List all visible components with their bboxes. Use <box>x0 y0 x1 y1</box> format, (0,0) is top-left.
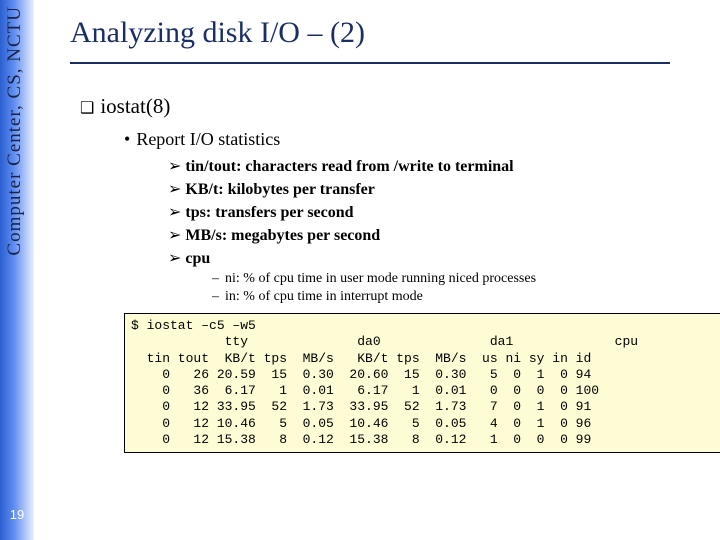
bullet-l3-b: ➢KB/t: kilobytes per transfer <box>168 179 710 199</box>
triangle-bullet-icon: ➢ <box>168 158 181 175</box>
square-bullet-icon: ❑ <box>80 100 94 117</box>
l3e-text: cpu <box>185 250 210 267</box>
bullet-l3-c: ➢tps: transfers per second <box>168 202 710 222</box>
code-h1: tty da0 da1 cpu <box>131 334 638 349</box>
dot-bullet-icon: • <box>124 129 130 149</box>
slide-title: Analyzing disk I/O – (2) <box>70 16 710 50</box>
code-row: 0 26 20.59 15 0.30 20.60 15 0.30 5 0 1 0… <box>131 367 591 382</box>
bullet-l3-d: ➢MB/s: megabytes per second <box>168 225 710 245</box>
code-h2: tin tout KB/t tps MB/s KB/t tps MB/s us … <box>131 351 591 366</box>
bullet-l3-e: ➢cpu <box>168 248 710 268</box>
title-underline <box>70 62 670 64</box>
triangle-bullet-icon: ➢ <box>168 181 181 198</box>
l1-text: iostat(8) <box>100 94 170 118</box>
l3c-text: tps: transfers per second <box>185 204 353 221</box>
iostat-output: $ iostat –c5 –w5 tty da0 da1 cpu tin tou… <box>124 313 720 453</box>
bullet-l3-a: ➢tin/tout: characters read from /write t… <box>168 156 710 176</box>
triangle-bullet-icon: ➢ <box>168 227 181 244</box>
code-row: 0 36 6.17 1 0.01 6.17 1 0.01 0 0 0 0 100 <box>131 383 599 398</box>
l3d-text: MB/s: megabytes per second <box>185 227 380 244</box>
triangle-bullet-icon: ➢ <box>168 250 181 267</box>
l3a-text: tin/tout: characters read from /write to… <box>185 158 513 175</box>
bullet-l1: ❑ iostat(8) <box>80 94 710 119</box>
page-number: 19 <box>0 507 34 522</box>
bullet-l2: • Report I/O statistics <box>124 129 710 150</box>
code-row: 0 12 10.46 5 0.05 10.46 5 0.05 4 0 1 0 9… <box>131 416 591 431</box>
l3b-text: KB/t: kilobytes per transfer <box>185 181 374 198</box>
dash-bullet-icon: – <box>212 289 219 304</box>
l4a-text: ni: % of cpu time in user mode running n… <box>225 271 536 286</box>
sidebar-label: Computer Center, CS, NCTU <box>4 6 26 256</box>
triangle-bullet-icon: ➢ <box>168 204 181 221</box>
code-row: 0 12 15.38 8 0.12 15.38 8 0.12 1 0 0 0 9… <box>131 432 591 447</box>
l4b-text: in: % of cpu time in interrupt mode <box>225 289 423 304</box>
code-cmd: $ iostat –c5 –w5 <box>131 318 256 333</box>
dash-bullet-icon: – <box>212 271 219 286</box>
bullet-l4-b: –in: % of cpu time in interrupt mode <box>212 289 710 305</box>
slide-content: Analyzing disk I/O – (2) ❑ iostat(8) • Rep… <box>70 10 710 453</box>
l2-text: Report I/O statistics <box>136 129 280 149</box>
bullet-l4-a: –ni: % of cpu time in user mode running … <box>212 271 710 287</box>
code-row: 0 12 33.95 52 1.73 33.95 52 1.73 7 0 1 0… <box>131 399 591 414</box>
sidebar: Computer Center, CS, NCTU 19 <box>0 0 34 540</box>
